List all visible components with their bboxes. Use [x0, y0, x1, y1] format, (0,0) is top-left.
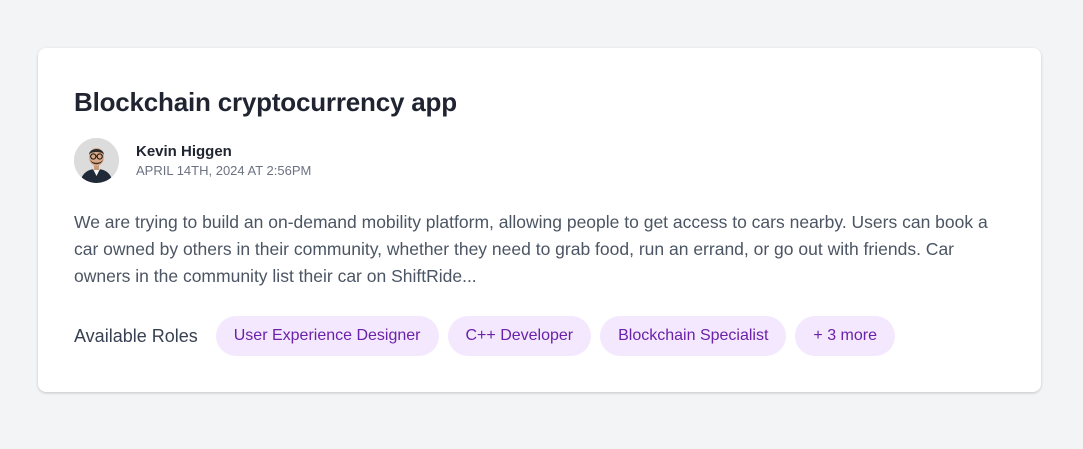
person-avatar-icon [74, 138, 119, 183]
role-chip-blockchain-specialist[interactable]: Blockchain Specialist [600, 316, 787, 356]
project-card[interactable]: Blockchain cryptocurrency app Kevin Higg… [38, 48, 1041, 392]
project-description: We are trying to build an on-demand mobi… [74, 212, 988, 286]
more-roles-chip[interactable]: + 3 more [795, 316, 896, 356]
author-name[interactable]: Kevin Higgen [136, 142, 311, 162]
post-date: APRIL 14TH, 2024 AT 2:56PM [136, 162, 312, 178]
role-chip-user-experience-designer[interactable]: User Experience Designer [215, 316, 439, 356]
roles-label: Available Roles [74, 325, 198, 346]
role-chip-cpp-developer[interactable]: C++ Developer [447, 316, 592, 356]
available-roles: Available Roles User Experience Designer… [74, 316, 1005, 356]
author-info: Kevin Higgen APRIL 14TH, 2024 AT 2:56PM [74, 138, 1005, 183]
project-title[interactable]: Blockchain cryptocurrency app [74, 86, 1005, 118]
author-meta: Kevin Higgen APRIL 14TH, 2024 AT 2:56PM [136, 142, 311, 180]
avatar[interactable] [74, 138, 119, 183]
